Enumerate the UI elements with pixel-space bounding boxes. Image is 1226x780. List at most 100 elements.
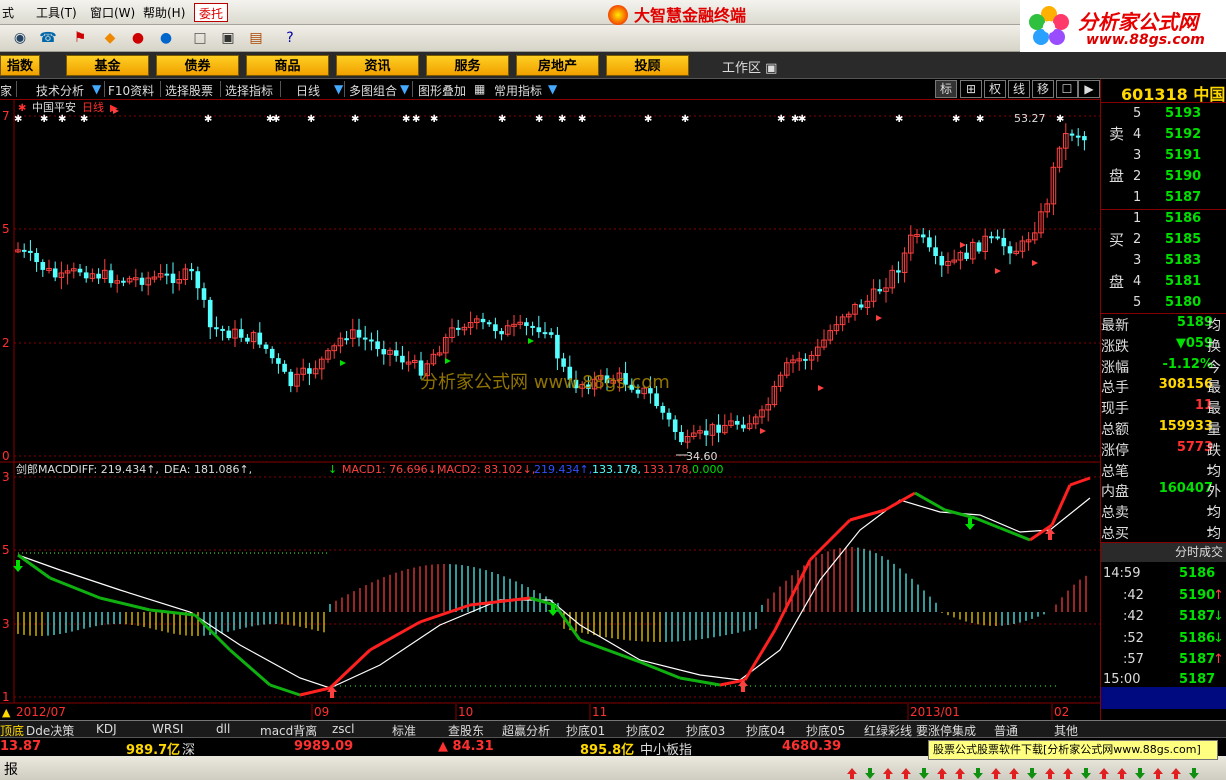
tab-multi-chart[interactable]: 多图组合 (349, 82, 397, 99)
y-label-main: 5 (2, 222, 10, 236)
candle-body-down (542, 332, 548, 335)
indicator-value-1: 219.434↑, (534, 463, 592, 476)
quote-label: 总笔 (1101, 463, 1129, 480)
candle-body-down (734, 420, 740, 425)
candle-body-down (52, 268, 58, 278)
play-tool-button[interactable]: ▶ (1078, 80, 1100, 98)
star-marker: ✱ (558, 114, 566, 125)
selected-tick-highlight (1101, 687, 1226, 709)
flower-logo-icon (1029, 6, 1069, 45)
tab-daily[interactable]: 日线 (296, 82, 320, 99)
app-title-text: 大智慧金融终端 (634, 6, 747, 25)
app-title: 大智慧金融终端 (608, 2, 746, 26)
star-marker: ✱ (644, 114, 652, 125)
tab-common-indicator[interactable]: 常用指标 (494, 82, 542, 99)
quote-value: -1.12% (1162, 356, 1214, 372)
help-cursor-icon[interactable]: ? (280, 29, 300, 47)
category-advisor[interactable]: 投顾 (606, 55, 689, 76)
sell-level-row[interactable]: 1 5187 (1101, 189, 1226, 210)
candle-body-down (121, 280, 126, 283)
quote-label: 总卖 (1101, 505, 1129, 522)
chevron-down-icon[interactable]: ▼ (400, 82, 409, 96)
globe-icon[interactable]: ● (156, 29, 176, 47)
play-icon[interactable]: ▲ (2, 706, 11, 719)
indicator-tab[interactable]: zscl (332, 722, 354, 736)
arrow-down-icon (919, 768, 929, 779)
candle-body-down (858, 304, 864, 308)
folder-icon[interactable]: □ (190, 29, 210, 47)
menu-item-tools[interactable]: 工具(T) (36, 4, 77, 21)
binoculars-icon[interactable]: ◉ (10, 29, 30, 47)
lock-icon[interactable]: ▦ (474, 82, 485, 96)
gear-icon[interactable]: ✱ (18, 103, 26, 114)
buy-level: 2 (1133, 232, 1142, 247)
category-realestate[interactable]: 房地产 (516, 55, 599, 76)
buy-level-row[interactable]: 3 5183 (1101, 252, 1226, 273)
buy-price: 5185 (1165, 232, 1202, 247)
line-tool-button[interactable]: 线 (1008, 80, 1030, 98)
workzone-menu[interactable]: 工作区 ▣ (722, 57, 777, 76)
rights-tool-button[interactable]: 权 (984, 80, 1006, 98)
move-tool-button[interactable]: 移 (1032, 80, 1054, 98)
candle-body-down (1082, 136, 1087, 141)
menu-item-help[interactable]: 帮助(H) (143, 4, 185, 21)
indicator-tab[interactable]: dll (216, 722, 230, 736)
weituo-button[interactable]: 委托 (194, 3, 229, 22)
arrow-up-icon (847, 768, 857, 779)
y-label-main: 2 (2, 336, 10, 350)
category-fund[interactable]: 基金 (66, 55, 149, 76)
chart-area[interactable]: 7 5 2 0 3 5 3 1 ✱ 中国平安 日线 ▶ ✱✱✱✱✱✱✱✱✱✱✱✱… (0, 100, 1100, 720)
buy-level-row[interactable]: 5 5180 (1101, 294, 1226, 315)
chevron-down-icon[interactable]: ▼ (334, 82, 343, 96)
candle-body-down (679, 431, 684, 443)
tab-home[interactable]: 家 (0, 82, 12, 99)
y-label-main: 7 (2, 109, 10, 123)
candle-body-down (964, 252, 969, 259)
category-commodity[interactable]: 商品 (246, 55, 329, 76)
tab-tech-analysis[interactable]: 技术分析 (36, 82, 84, 99)
sell-label: 卖 (1109, 125, 1125, 143)
ad-banner[interactable]: 股票公式股票软件下载[分析家公式网www.88gs.com] (928, 740, 1218, 760)
window-icon[interactable]: ▣ (218, 29, 238, 47)
candle-body-down (263, 344, 269, 349)
buy-level-row[interactable]: 1 5186 (1101, 210, 1226, 231)
mark-tool-button[interactable]: 标 (935, 80, 957, 98)
tab-overlay[interactable]: 图形叠加 (418, 82, 466, 99)
candle-body-down (34, 252, 39, 263)
chevron-down-icon[interactable]: ▼ (92, 82, 101, 96)
indicator-tab[interactable]: KDJ (96, 722, 117, 736)
flag-icon[interactable]: ⚑ (70, 29, 90, 47)
buy-price: 5181 (1165, 274, 1202, 289)
arrow-up-icon (1099, 768, 1109, 779)
quote-value: 160407 (1158, 481, 1213, 497)
tab-select-indicator[interactable]: 选择指标 (225, 82, 273, 99)
menu-item-format[interactable]: 式 (2, 4, 14, 21)
arrow-up-icon (955, 768, 965, 779)
tab-select-stock[interactable]: 选择股票 (165, 82, 213, 99)
indicator-tab[interactable]: WRSI (152, 722, 183, 736)
tab-f10[interactable]: F10资料 (108, 82, 154, 99)
chevron-down-icon[interactable]: ▼ (548, 82, 557, 96)
crosshair-tool-button[interactable]: ⊞ (960, 80, 982, 98)
quote-row: 内盘 160407 外 (1101, 480, 1226, 501)
category-bond[interactable]: 债券 (156, 55, 239, 76)
sell-level: 5 (1133, 106, 1142, 121)
tick-price: 5186 (1179, 566, 1216, 581)
diamond-icon[interactable]: ◆ (100, 29, 120, 47)
menu-item-window[interactable]: 窗口(W) (90, 4, 135, 21)
quote-extra-label: 均 (1207, 318, 1221, 334)
candle-body-down (288, 371, 294, 387)
window-tool-button[interactable]: ☐ (1056, 80, 1078, 98)
candle-body-down (1001, 237, 1007, 247)
quote-row: 总额 159933 量 (1101, 418, 1226, 439)
books-icon[interactable]: ▤ (246, 29, 266, 47)
indicator-value-4: 0.000 (692, 463, 724, 476)
alarm-icon[interactable]: ☎ (38, 29, 58, 47)
quote-extra-label: 今 (1207, 359, 1221, 376)
circle-icon[interactable]: ● (128, 29, 148, 47)
category-index[interactable]: 指数 (0, 55, 40, 76)
category-news[interactable]: 资讯 (336, 55, 419, 76)
category-service[interactable]: 服务 (426, 55, 509, 76)
candle-body-down (877, 289, 883, 292)
candle-body-down (493, 324, 498, 332)
